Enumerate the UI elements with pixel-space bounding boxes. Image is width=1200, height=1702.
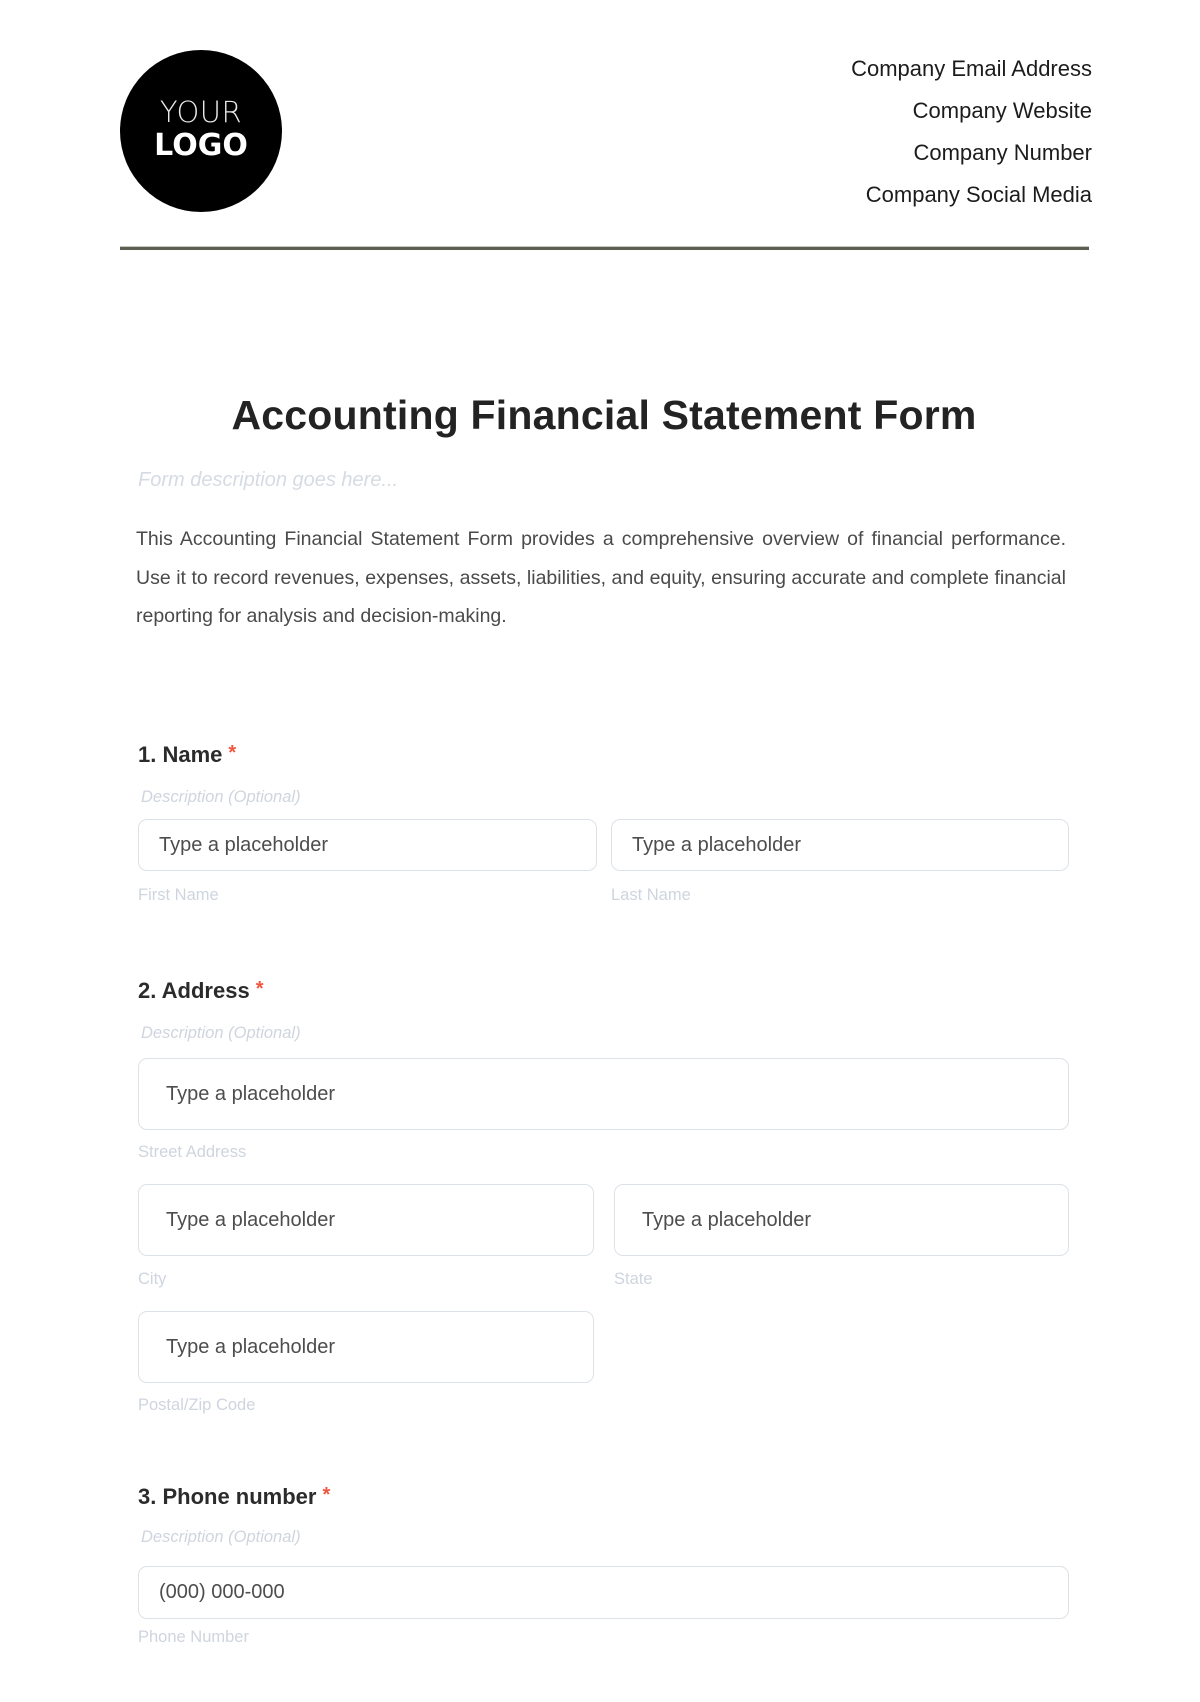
postal-code-label: Postal/Zip Code bbox=[138, 1396, 256, 1414]
postal-code-input[interactable]: Type a placeholder bbox=[138, 1311, 594, 1383]
company-logo: YOUR LOGO bbox=[120, 50, 282, 212]
logo-text-your: YOUR bbox=[159, 95, 243, 129]
required-asterisk-icon: * bbox=[322, 1484, 331, 1506]
company-website: Company Website bbox=[912, 98, 1092, 123]
street-address-label: Street Address bbox=[138, 1143, 247, 1161]
form-title: Accounting Financial Statement Form bbox=[231, 392, 977, 438]
form-description-placeholder[interactable]: Form description goes here... bbox=[138, 469, 398, 492]
state-input[interactable]: Type a placeholder bbox=[614, 1184, 1069, 1256]
phone-number-input[interactable]: (000) 000-000 bbox=[138, 1566, 1069, 1619]
question-description-phone[interactable]: Description (Optional) bbox=[141, 1528, 301, 1547]
city-placeholder: Type a placeholder bbox=[166, 1208, 336, 1231]
logo-text-logo: LOGO bbox=[154, 128, 248, 163]
question-description-name[interactable]: Description (Optional) bbox=[141, 788, 301, 807]
postal-code-placeholder: Type a placeholder bbox=[166, 1335, 336, 1358]
form-intro-paragraph: This Accounting Financial Statement Form… bbox=[136, 528, 1066, 627]
question-title-text: 2. Address bbox=[138, 978, 250, 1003]
city-input[interactable]: Type a placeholder bbox=[138, 1184, 594, 1256]
header-divider bbox=[120, 247, 1089, 250]
company-number: Company Number bbox=[913, 140, 1092, 165]
company-social-media: Company Social Media bbox=[865, 182, 1092, 207]
question-title-address: 2. Address * bbox=[138, 978, 263, 1004]
last-name-placeholder: Type a placeholder bbox=[632, 833, 802, 856]
first-name-input[interactable]: Type a placeholder bbox=[138, 819, 597, 871]
company-email: Company Email Address bbox=[851, 56, 1092, 81]
phone-number-placeholder: (000) 000-000 bbox=[159, 1581, 285, 1603]
required-asterisk-icon: * bbox=[255, 978, 264, 1000]
first-name-placeholder: Type a placeholder bbox=[159, 833, 329, 856]
state-label: State bbox=[614, 1270, 653, 1288]
street-address-placeholder: Type a placeholder bbox=[166, 1082, 336, 1105]
city-label: City bbox=[138, 1270, 167, 1288]
question-title-name: 1. Name * bbox=[138, 742, 236, 768]
state-placeholder: Type a placeholder bbox=[642, 1208, 812, 1231]
required-asterisk-icon: * bbox=[228, 742, 237, 764]
question-title-phone: 3. Phone number * bbox=[138, 1484, 330, 1510]
company-contact-block: Company Email Address Company Website Co… bbox=[851, 52, 1092, 220]
phone-number-label: Phone Number bbox=[138, 1628, 249, 1646]
first-name-label: First Name bbox=[138, 886, 219, 904]
street-address-input[interactable]: Type a placeholder bbox=[138, 1058, 1069, 1130]
question-title-text: 3. Phone number bbox=[138, 1484, 317, 1509]
question-description-address[interactable]: Description (Optional) bbox=[141, 1024, 301, 1043]
question-title-text: 1. Name bbox=[138, 742, 223, 767]
last-name-label: Last Name bbox=[611, 886, 691, 904]
last-name-input[interactable]: Type a placeholder bbox=[611, 819, 1069, 871]
